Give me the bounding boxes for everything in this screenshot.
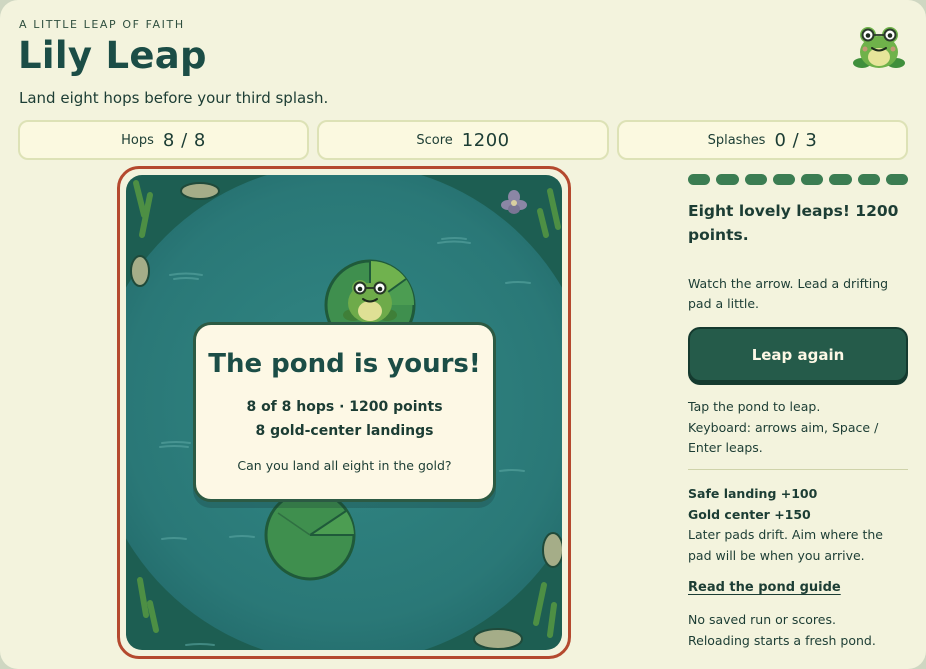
result-message: Eight lovely leaps! 1200 points. — [688, 202, 899, 244]
progress-segment — [857, 174, 880, 185]
rule-gold-center: Gold center +150 — [688, 506, 811, 522]
hop-progress-bar — [688, 174, 908, 185]
victory-summary: 8 of 8 hops · 1200 points — [246, 399, 443, 415]
save-note: No saved run or scores. Reloading starts… — [688, 610, 908, 651]
hops-value: 8 / 8 — [162, 129, 206, 151]
progress-segment — [688, 174, 711, 185]
progress-segment — [772, 174, 795, 185]
victory-dialog: The pond is yours! 8 of 8 hops · 1200 po… — [193, 322, 496, 502]
splashes-counter: Splashes 0 / 3 — [617, 120, 908, 160]
game-subtitle: Land eight hops before your third splash… — [19, 89, 329, 107]
save-note-line2: Reloading starts a fresh pond. — [688, 632, 876, 648]
progress-segment — [885, 174, 908, 185]
score-label: Score — [416, 132, 453, 148]
progress-segment — [744, 174, 767, 185]
controls-keyboard: Keyboard: arrows aim, Space / Enter leap… — [688, 419, 879, 456]
victory-prompt: Can you land all eight in the gold? — [237, 458, 452, 473]
aim-hint: Watch the arrow. Lead a drifting pad a l… — [688, 276, 889, 311]
splashes-value: 0 / 3 — [774, 129, 818, 151]
score-counter: Score 1200 — [317, 120, 609, 160]
hops-counter: Hops 8 / 8 — [18, 120, 309, 160]
splashes-label: Splashes — [707, 132, 766, 148]
score-value: 1200 — [461, 129, 510, 151]
controls-help: Tap the pond to leap. Keyboard: arrows a… — [688, 397, 908, 459]
victory-gold-count: 8 gold-center landings — [255, 423, 434, 439]
game-title: Lily Leap — [18, 34, 207, 77]
controls-tap: Tap the pond to leap. — [688, 399, 821, 414]
progress-segment — [801, 174, 824, 185]
eyebrow-text: A LITTLE LEAP OF FAITH — [19, 18, 185, 31]
lily-pad-next — [264, 489, 356, 581]
sidebar-divider — [688, 469, 908, 470]
hops-label: Hops — [121, 132, 154, 148]
progress-segment — [829, 174, 852, 185]
game-window: A LITTLE LEAP OF FAITH Lily Leap Land ei… — [0, 0, 926, 669]
rule-drift: Later pads drift. Aim where the pad will… — [688, 527, 883, 563]
pond-guide-link[interactable]: Read the pond guide — [688, 580, 908, 595]
frog-mascot-icon — [851, 24, 907, 72]
progress-segment — [716, 174, 739, 185]
scoring-rules: Safe landing +100 Gold center +150 Later… — [688, 484, 908, 566]
leap-again-button[interactable]: Leap again — [688, 327, 908, 382]
save-note-line1: No saved run or scores. — [688, 612, 836, 627]
victory-title: The pond is yours! — [208, 349, 481, 379]
rule-safe-landing: Safe landing +100 — [688, 486, 818, 501]
